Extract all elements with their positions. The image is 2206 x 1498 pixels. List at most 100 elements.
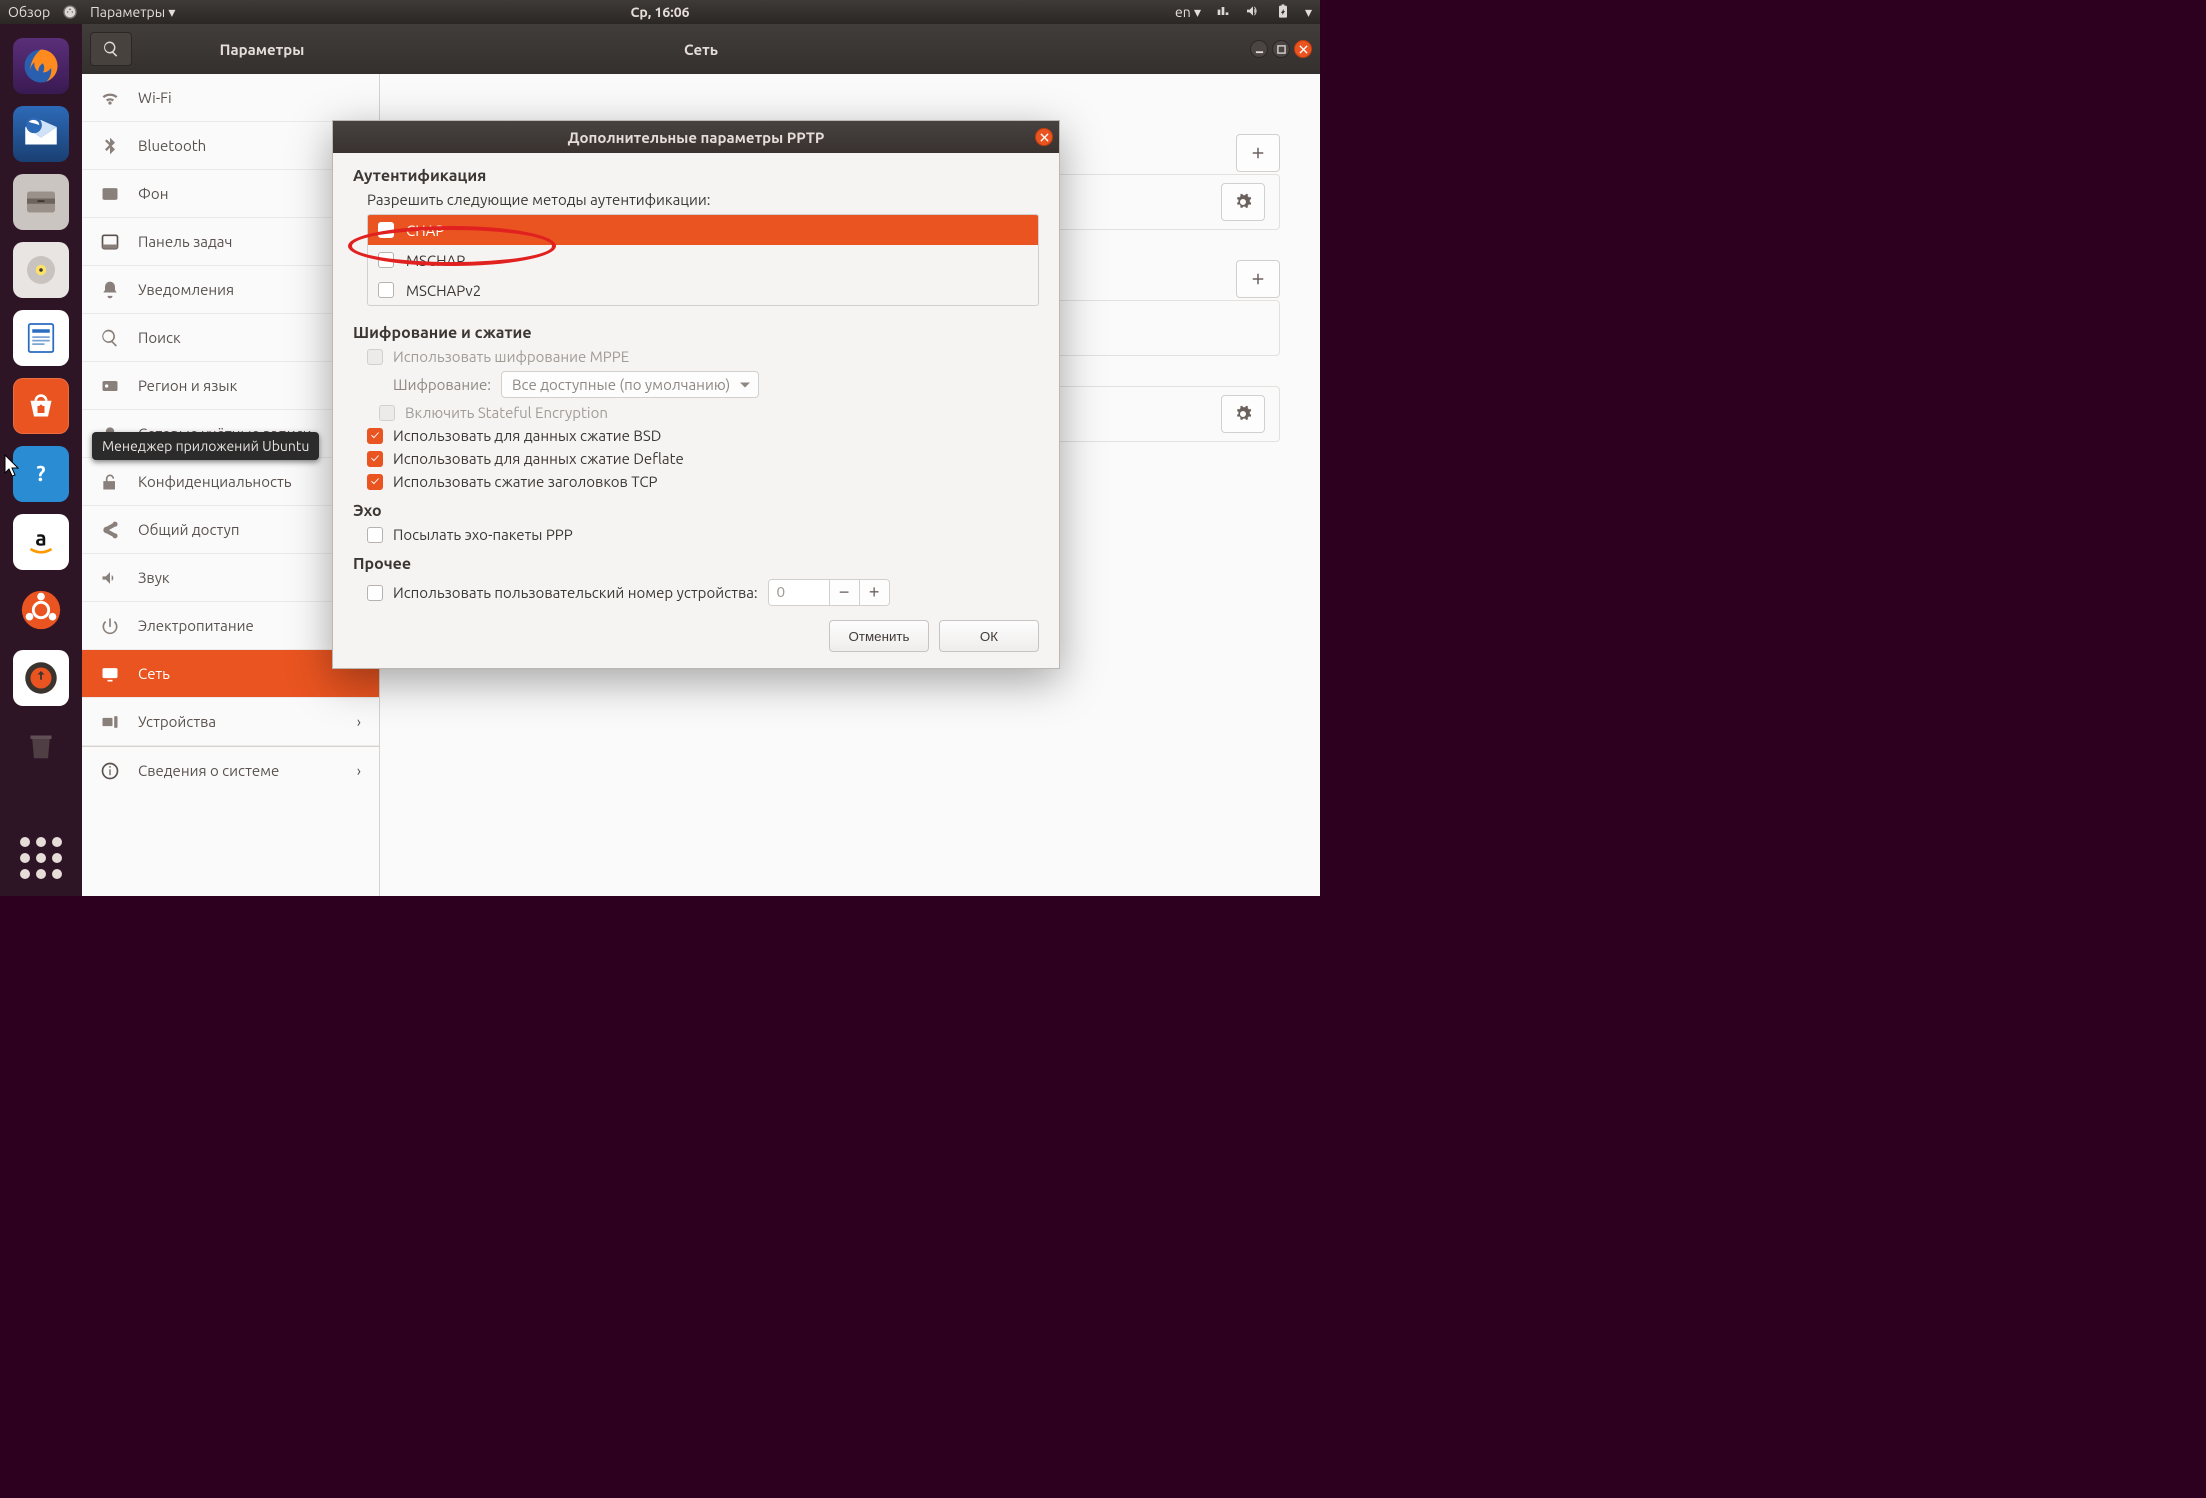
unit-option[interactable]: Использовать пользовательский номер устр… <box>367 579 1039 606</box>
launcher-updater[interactable] <box>13 650 69 706</box>
network-tray-icon[interactable] <box>1215 3 1231 22</box>
headerbar-main-title: Сеть <box>684 41 718 58</box>
sidebar-item-label: Электропитание <box>138 617 254 634</box>
auth-checkbox-mschapv2[interactable] <box>378 282 394 298</box>
launcher-thunderbird[interactable] <box>13 106 69 162</box>
background-icon <box>100 184 120 204</box>
ok-button[interactable]: ОК <box>939 620 1039 652</box>
activities-button[interactable]: Обзор <box>8 4 50 20</box>
unit-minus-button[interactable]: − <box>829 580 859 605</box>
deflate-option[interactable]: Использовать для данных сжатие Deflate <box>367 450 1039 467</box>
window-close-button[interactable] <box>1294 40 1312 58</box>
unit-checkbox[interactable] <box>367 585 383 601</box>
deflate-checkbox[interactable] <box>367 451 383 467</box>
pptp-advanced-dialog: Дополнительные параметры PPTP Аутентифик… <box>332 120 1060 669</box>
dialog-titlebar[interactable]: Дополнительные параметры PPTP <box>333 121 1059 153</box>
auth-checkbox-chap[interactable] <box>378 222 394 238</box>
connection-settings-button-2[interactable] <box>1221 395 1265 433</box>
network-icon <box>100 664 120 684</box>
system-menu-caret[interactable]: ▾ <box>1305 4 1312 21</box>
encryption-heading: Шифрование и сжатие <box>353 324 1039 342</box>
sidebar-item-label: Общий доступ <box>138 521 239 538</box>
lang-indicator[interactable]: en ▾ <box>1175 4 1201 21</box>
show-applications-button[interactable] <box>13 830 69 886</box>
mppe-option: Использовать шифрование MPPE <box>367 348 1039 365</box>
tcp-option[interactable]: Использовать сжатие заголовков TCP <box>367 473 1039 490</box>
search-icon <box>100 328 120 348</box>
window-minimize-button[interactable] <box>1250 40 1268 58</box>
sound-tray-icon[interactable] <box>1245 3 1261 22</box>
svg-text:a: a <box>35 526 46 550</box>
auth-heading: Аутентификация <box>353 167 1039 185</box>
launcher-trash[interactable] <box>13 718 69 774</box>
power-icon <box>100 616 120 636</box>
auth-subtext: Разрешить следующие методы аутентификаци… <box>367 191 1039 208</box>
sidebar-item-wifi[interactable]: Wi-Fi <box>82 74 379 122</box>
mouse-cursor <box>4 454 22 478</box>
mppe-checkbox <box>367 349 383 365</box>
details-icon <box>100 761 120 781</box>
add-connection-button-1[interactable] <box>1236 134 1280 172</box>
app-menu-icon <box>62 4 78 20</box>
add-connection-button-2[interactable] <box>1236 260 1280 298</box>
unit-value-input[interactable] <box>769 580 829 605</box>
sidebar-item-label: Регион и язык <box>138 377 237 394</box>
launcher-software[interactable] <box>13 378 69 434</box>
headerbar-sidebar-title: Параметры <box>132 41 392 58</box>
stateful-option: Включить Stateful Encryption <box>379 404 1039 421</box>
unit-spinbutton[interactable]: − + <box>768 579 890 606</box>
sidebar-item-details[interactable]: Сведения о системе › <box>82 746 379 794</box>
launcher-files[interactable] <box>13 174 69 230</box>
dialog-close-button[interactable] <box>1035 128 1053 146</box>
chevron-right-icon: › <box>357 762 361 779</box>
echo-checkbox[interactable] <box>367 527 383 543</box>
sidebar-item-label: Фон <box>138 185 168 202</box>
echo-option[interactable]: Посылать эхо-пакеты PPP <box>367 526 1039 543</box>
sidebar-item-label: Панель задач <box>138 233 232 250</box>
sidebar-item-label: Устройства <box>138 713 216 730</box>
dock-icon <box>100 232 120 252</box>
bsd-option[interactable]: Использовать для данных сжатие BSD <box>367 427 1039 444</box>
launcher-writer[interactable] <box>13 310 69 366</box>
chevron-right-icon: › <box>357 713 361 730</box>
bsd-checkbox[interactable] <box>367 428 383 444</box>
privacy-icon <box>100 472 120 492</box>
search-button[interactable] <box>90 32 132 66</box>
window-maximize-button[interactable] <box>1272 40 1290 58</box>
auth-checkbox-mschap[interactable] <box>378 252 394 268</box>
clock[interactable]: Ср, 16:06 <box>630 4 689 20</box>
auth-method-chap[interactable]: CHAP <box>368 215 1038 245</box>
launcher-rhythmbox[interactable] <box>13 242 69 298</box>
sidebar-item-devices[interactable]: Устройства › <box>82 698 379 746</box>
auth-label: MSCHAP <box>406 252 465 269</box>
launcher-firefox[interactable] <box>13 38 69 94</box>
unit-plus-button[interactable]: + <box>859 580 889 605</box>
bluetooth-icon <box>100 136 120 156</box>
sidebar-item-label: Wi-Fi <box>138 89 172 106</box>
sidebar-item-label: Звук <box>138 569 170 586</box>
devices-icon <box>100 712 120 732</box>
auth-label: MSCHAPv2 <box>406 282 481 299</box>
wifi-icon <box>100 88 120 108</box>
region-icon <box>100 376 120 396</box>
auth-label: CHAP <box>406 222 444 239</box>
battery-tray-icon[interactable] <box>1275 3 1291 22</box>
sidebar-item-label: Сеть <box>138 665 170 682</box>
sidebar-item-label: Сведения о системе <box>138 762 279 779</box>
sidebar-item-label: Уведомления <box>138 281 234 298</box>
launcher-amazon[interactable]: a <box>13 514 69 570</box>
sidebar-item-label: Поиск <box>138 329 181 346</box>
launcher-ubuntu-settings[interactable] <box>13 582 69 638</box>
tcp-checkbox[interactable] <box>367 474 383 490</box>
sound-icon <box>100 568 120 588</box>
connection-settings-button-1[interactable] <box>1221 183 1265 221</box>
echo-heading: Эхо <box>353 502 1039 520</box>
cancel-button[interactable]: Отменить <box>829 620 929 652</box>
misc-heading: Прочее <box>353 555 1039 573</box>
top-menu-bar: Обзор Параметры ▾ Ср, 16:06 en ▾ ▾ <box>0 0 1320 24</box>
launcher-tooltip: Менеджер приложений Ubuntu <box>92 432 319 460</box>
auth-method-mschapv2[interactable]: MSCHAPv2 <box>368 275 1038 305</box>
app-menu-label[interactable]: Параметры ▾ <box>90 4 175 21</box>
auth-method-mschap[interactable]: MSCHAP <box>368 245 1038 275</box>
stateful-checkbox <box>379 405 395 421</box>
